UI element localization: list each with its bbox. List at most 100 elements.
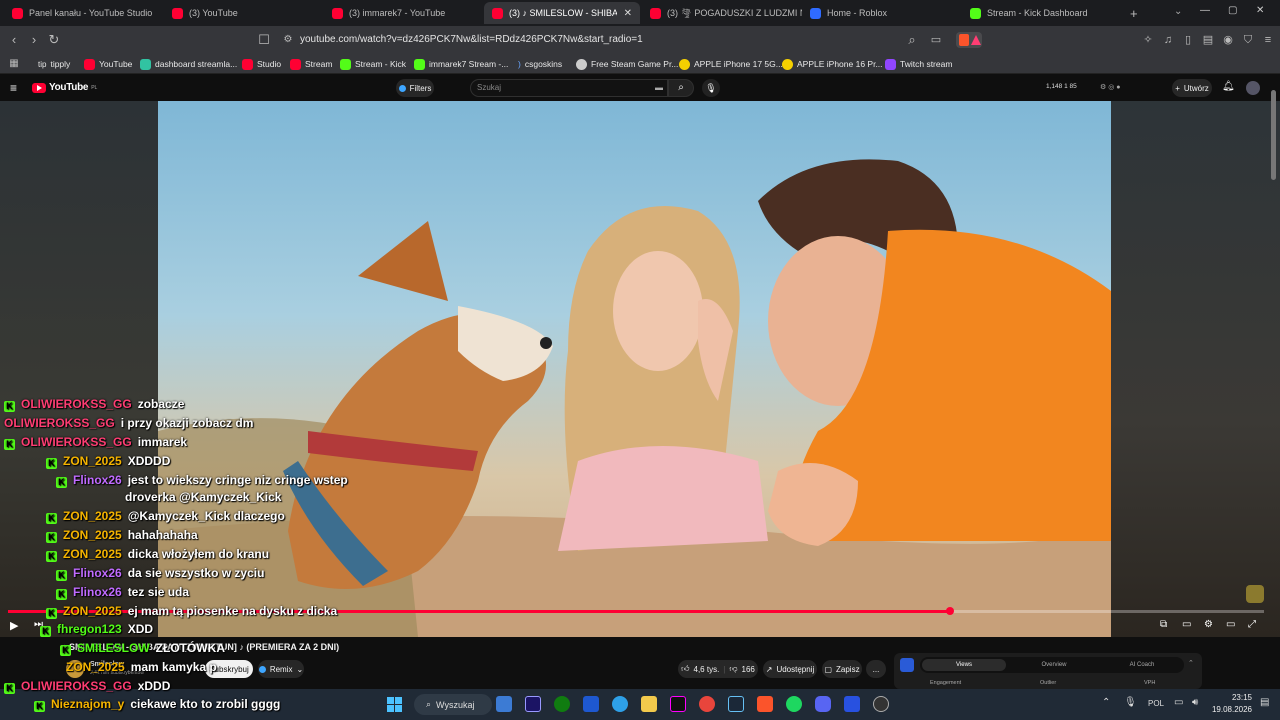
voice-search-icon[interactable]: 🎙 [702,79,720,97]
edge-icon[interactable] [612,696,628,712]
brave-icon[interactable] [757,696,773,712]
bookmark-youtube[interactable]: YouTube [84,57,132,71]
obs-icon[interactable] [873,696,889,712]
youtube-logo[interactable]: YouTube PL [32,82,97,93]
tab-ai-coach[interactable]: AI Coach [1100,659,1184,671]
url-field[interactable]: youtube.com/watch?v=dz426PCK7Nw&list=RDd… [300,34,643,45]
close-tab-icon[interactable]: ✕ [624,8,632,19]
puzzle-extension-icon[interactable]: ✧ [1140,32,1156,48]
search-input[interactable]: Szukaj ▬ [470,79,668,97]
theater-mode-icon[interactable]: ▭ [1226,619,1235,630]
vpn-icon[interactable]: ◉ [1220,32,1236,48]
apps-grid-icon[interactable]: ▦ [6,56,22,72]
collapse-chevron-icon[interactable]: ⌃ [1188,659,1194,667]
search-page-icon[interactable]: ⌕ [904,32,920,48]
file-explorer-icon[interactable] [641,696,657,712]
close-window-icon[interactable]: ✕ [1256,5,1264,16]
search-button-icon[interactable]: ⌕ [668,79,694,97]
chrome-icon[interactable] [699,696,715,712]
wallet-icon[interactable]: ▤ [1200,32,1216,48]
menu-icon[interactable]: ≡ [1260,32,1276,48]
ea-icon[interactable] [583,696,599,712]
forward-icon[interactable]: › [26,32,42,48]
maximize-icon[interactable]: ▢ [1228,5,1237,16]
create-button[interactable]: + Utwórz [1172,79,1212,97]
autoplay-icon[interactable]: ⧉ [1160,619,1167,630]
tiktok-icon[interactable] [670,696,686,712]
tab-smileslow-active[interactable]: (3) ♪ SMILESLOW - SHIBA🐶 fe ✕ [484,2,640,24]
notifications-bell-icon[interactable]: 🔔︎ [1222,81,1235,92]
dislike-count[interactable]: 166 [742,665,755,674]
bookmark-iphone-17[interactable]: APPLE iPhone 17 5G... [679,57,783,71]
xbox-icon[interactable] [554,696,570,712]
back-icon[interactable]: ‹ [6,32,22,48]
taskbar-search[interactable]: ⌕ Wyszukaj [414,694,492,715]
bookmark-tipply[interactable]: tip tipply [38,57,70,71]
thumbs-up-icon[interactable]: 👍︎ [681,664,689,674]
progress-scrubber[interactable] [946,607,954,615]
avatar[interactable] [1246,81,1260,95]
share-button[interactable]: ↗ Udostępnij [763,660,817,678]
tab-list-chevron-icon[interactable]: ⌄ [1174,6,1182,17]
shield-icon[interactable]: ⛉ [1240,32,1256,48]
clock-date[interactable]: 19.08.2026 [1206,705,1252,714]
bookmark-stream[interactable]: Stream [290,57,332,71]
extension-icons[interactable]: ⚙ ◎ ● [1100,83,1121,91]
bookmark-immarek7-stream[interactable]: immarek7 Stream -... [414,57,508,71]
discord-icon[interactable] [815,696,831,712]
clock-time[interactable]: 23:15 [1206,693,1252,702]
bookmark-csgoskins[interactable]: ) csgoskins [518,57,562,71]
rewards-triangle-icon[interactable] [971,35,981,45]
play-icon[interactable]: ▶ [10,619,18,632]
bookmark-iphone-16[interactable]: APPLE iPhone 16 Pr... [782,57,883,71]
notification-center-icon[interactable]: ▤ [1260,697,1269,708]
new-tab-button[interactable]: + [1122,2,1142,24]
analytics-extension-icon[interactable] [900,658,914,672]
tab-roblox[interactable]: Home - Roblox [802,2,962,24]
sidebar-icon[interactable]: ▯ [1180,32,1196,48]
bookmark-dashboard-streamlabs[interactable]: dashboard streamla... [140,57,237,71]
fullscreen-icon[interactable]: ⤢ [1248,619,1256,630]
like-count[interactable]: 4,6 tys. [694,665,720,674]
tab-pogaduszki[interactable]: (3) 🌪 POGADUSZKI Z LUDZMI NA [642,2,802,24]
tab-immarek7[interactable]: (3) immarek7 - YouTube [324,2,484,24]
bookmark-stream-kick[interactable]: Stream - Kick [340,57,406,71]
bookmark-icon[interactable]: ☐ [256,32,272,48]
language-indicator[interactable]: POL [1148,699,1164,708]
spotify-icon[interactable] [786,696,802,712]
thumbs-down-icon[interactable]: 👎︎ [729,664,737,674]
hamburger-menu-icon[interactable]: ≡ [10,81,17,95]
save-button[interactable]: ▢ Zapisz [822,660,862,678]
brave-shield-icon[interactable] [959,34,969,46]
tray-chevron-icon[interactable]: ⌃ [1102,697,1110,708]
steam-icon[interactable] [728,696,744,712]
more-actions-button[interactable]: ... [866,660,886,678]
subtitles-icon[interactable]: ▭ [1182,619,1191,630]
bookmark-studio[interactable]: Studio [242,57,281,71]
tab-overview[interactable]: Overview [1012,659,1096,671]
page-scrollbar[interactable] [1271,90,1276,180]
bookmark-free-steam-game[interactable]: Free Steam Game Pr... [576,57,678,71]
cast-icon[interactable]: ▭ [928,32,944,48]
reload-icon[interactable]: ↻ [46,32,62,48]
bookmark-twitch-stream[interactable]: Twitch stream [885,57,952,71]
site-settings-icon[interactable]: ⚙ [280,32,296,48]
windows-start-icon[interactable] [387,697,402,712]
tab-youtube[interactable]: (3) YouTube [164,2,324,24]
settings-gear-icon[interactable]: ⚙ [1204,619,1213,630]
microphone-icon[interactable]: 🎙 [1124,697,1137,708]
app-icon[interactable] [844,696,860,712]
network-icon[interactable]: ▭ [1174,697,1183,708]
vscode-icon[interactable] [496,696,512,712]
channel-watermark[interactable] [1246,585,1264,603]
remix-button[interactable]: Remix ⌄ [258,660,304,678]
music-icon[interactable]: ♫ [1160,32,1176,48]
filters-button[interactable]: Filters [396,79,434,97]
video-frame[interactable] [158,101,1111,637]
tab-kick-dashboard[interactable]: Stream - Kick Dashboard [962,2,1122,24]
tab-youtube-studio[interactable]: Panel kanału - YouTube Studio [4,2,164,24]
keyboard-icon[interactable]: ▬ [655,83,663,92]
tab-views[interactable]: Views [922,659,1006,671]
minimize-icon[interactable]: — [1200,5,1210,16]
premiere-icon[interactable] [525,696,541,712]
